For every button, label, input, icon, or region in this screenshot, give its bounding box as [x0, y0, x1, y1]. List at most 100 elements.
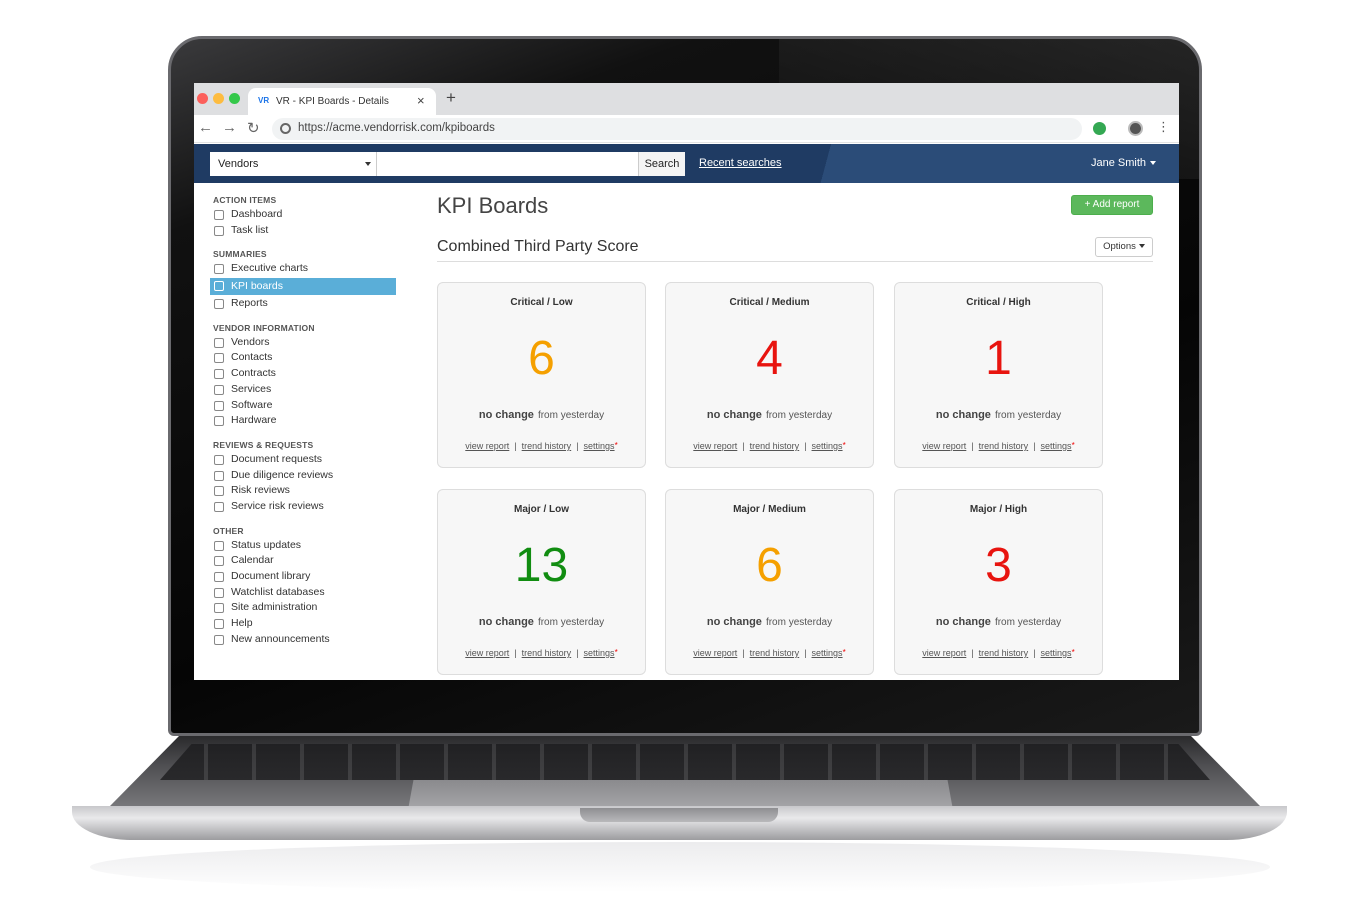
site-info-icon[interactable]: [280, 123, 291, 134]
browser-menu-icon[interactable]: ⋮: [1157, 119, 1170, 135]
trend-history-link[interactable]: trend history: [522, 441, 572, 451]
sidebar-item-calendar[interactable]: Calendar: [210, 553, 396, 569]
kpi-card-title: Major / High: [969, 504, 1028, 515]
laptop-notch: [580, 808, 778, 822]
sidebar-item-label: Reports: [231, 297, 268, 310]
kpi-change-suffix: from yesterday: [765, 410, 833, 421]
help-icon: [214, 619, 224, 630]
sidebar-item-reports[interactable]: Reports: [210, 296, 396, 312]
add-report-button[interactable]: + Add report: [1071, 195, 1153, 215]
trend-history-link[interactable]: trend history: [979, 648, 1029, 658]
sidebar-item-status-updates[interactable]: Status updates: [210, 538, 396, 554]
options-dropdown-button[interactable]: Options: [1095, 237, 1153, 257]
trend-history-link[interactable]: trend history: [750, 441, 800, 451]
sidebar-item-hardware[interactable]: Hardware: [210, 413, 396, 429]
search-input[interactable]: [377, 152, 638, 176]
settings-link[interactable]: settings: [584, 648, 615, 658]
laptop-keys: [160, 744, 1210, 780]
browser-tab[interactable]: VR VR - KPI Boards - Details ×: [248, 88, 436, 115]
document-request-icon: [214, 454, 224, 465]
chevron-down-icon: [1150, 161, 1157, 166]
sidebar-item-watchlist-databases[interactable]: Watchlist databases: [210, 585, 396, 601]
sidebar-item-risk-reviews[interactable]: Risk reviews: [210, 483, 396, 499]
settings-link[interactable]: settings: [1041, 441, 1072, 451]
kpi-card-title: Critical / Low: [510, 297, 573, 308]
kpi-card: Major / Medium 6 no change from yesterday vi…: [665, 489, 874, 675]
trend-history-link[interactable]: trend history: [750, 648, 800, 658]
sidebar-item-dashboard[interactable]: Dashboard: [210, 207, 396, 223]
sidebar-item-label: Service risk reviews: [231, 499, 324, 512]
recent-searches-link[interactable]: Recent searches: [699, 157, 782, 169]
user-menu[interactable]: Jane Smith: [1091, 157, 1157, 169]
required-marker: *: [614, 648, 618, 657]
profile-avatar-icon[interactable]: [1128, 121, 1143, 136]
settings-link[interactable]: settings: [1041, 648, 1072, 658]
view-report-link[interactable]: view report: [693, 648, 737, 658]
maximize-window-button[interactable]: [229, 93, 240, 104]
back-arrow-icon[interactable]: ←: [198, 119, 213, 136]
close-tab-icon[interactable]: ×: [417, 93, 425, 108]
gear-icon: [214, 603, 224, 614]
sidebar-item-executive-charts[interactable]: Executive charts: [210, 261, 396, 277]
view-report-link[interactable]: view report: [465, 441, 509, 451]
scale-icon: [214, 501, 224, 512]
kpi-card-title: Critical / High: [966, 297, 1031, 308]
address-bar[interactable]: https://acme.vendorrisk.com/kpiboards: [272, 118, 1082, 140]
sidebar-section-heading: ACTION ITEMS: [213, 195, 277, 205]
minimize-window-button[interactable]: [213, 93, 224, 104]
settings-link[interactable]: settings: [584, 441, 615, 451]
sidebar-item-site-administration[interactable]: Site administration: [210, 600, 396, 616]
trend-history-link[interactable]: trend history: [979, 441, 1029, 451]
view-report-link[interactable]: view report: [465, 648, 509, 658]
megaphone-icon: [214, 634, 224, 645]
settings-link[interactable]: settings: [812, 648, 843, 658]
sidebar-item-task-list[interactable]: Task list: [210, 223, 396, 239]
reload-icon[interactable]: ↻: [247, 119, 260, 137]
sidebar-item-services[interactable]: Services: [210, 382, 396, 398]
view-report-link[interactable]: view report: [922, 648, 966, 658]
sidebar-section-heading: OTHER: [213, 525, 244, 536]
scale-icon: [214, 486, 224, 497]
link-separator: |: [576, 648, 579, 658]
settings-link[interactable]: settings: [812, 441, 843, 451]
link-separator: |: [971, 441, 974, 451]
link-separator: |: [804, 648, 807, 658]
sidebar-item-label: Calendar: [231, 554, 274, 567]
new-tab-button[interactable]: +: [446, 88, 456, 108]
kpi-change-suffix: from yesterday: [537, 617, 605, 628]
briefcase-icon: [214, 384, 224, 395]
tab-favicon-icon: VR: [258, 96, 270, 105]
search-button[interactable]: Search: [638, 152, 685, 176]
sidebar-item-label: Contracts: [231, 367, 276, 380]
sidebar-item-service-risk-reviews[interactable]: Service risk reviews: [210, 499, 396, 515]
link-separator: |: [576, 441, 579, 451]
sidebar-item-software[interactable]: Software: [210, 398, 396, 414]
required-marker: *: [842, 441, 846, 450]
kpi-card-links: view report | trend history | settings*: [666, 648, 873, 658]
sidebar-item-vendors[interactable]: Vendors: [210, 335, 396, 351]
kpi-card-links: view report | trend history | settings*: [438, 441, 645, 451]
checklist-icon: [214, 470, 224, 481]
extension-icon[interactable]: [1093, 122, 1106, 135]
close-window-button[interactable]: [197, 93, 208, 104]
sidebar-item-contracts[interactable]: Contracts: [210, 366, 396, 382]
view-report-link[interactable]: view report: [693, 441, 737, 451]
sidebar-item-due-diligence-reviews[interactable]: Due diligence reviews: [210, 468, 396, 484]
browser-tabstrip: VR VR - KPI Boards - Details × +: [194, 83, 1179, 115]
sidebar-item-document-requests[interactable]: Document requests: [210, 452, 396, 468]
sidebar-item-kpi-boards[interactable]: KPI boards: [210, 278, 396, 296]
sidebar-item-help[interactable]: Help: [210, 616, 396, 632]
trend-history-link[interactable]: trend history: [522, 648, 572, 658]
sidebar-item-label: Help: [231, 617, 253, 630]
view-report-link[interactable]: view report: [922, 441, 966, 451]
forward-arrow-icon[interactable]: →: [222, 119, 237, 136]
search-scope-select[interactable]: Vendors: [210, 152, 377, 176]
kpi-card-value: 4: [756, 332, 783, 385]
sidebar-item-document-library[interactable]: Document library: [210, 569, 396, 585]
sidebar-item-new-announcements[interactable]: New announcements: [210, 632, 396, 648]
sidebar-item-contacts[interactable]: Contacts: [210, 350, 396, 366]
link-separator: |: [514, 648, 517, 658]
sidebar-item-label: Executive charts: [231, 262, 309, 275]
kpi-card-change: no change from yesterday: [895, 409, 1102, 421]
chevron-down-icon: [1138, 244, 1145, 249]
